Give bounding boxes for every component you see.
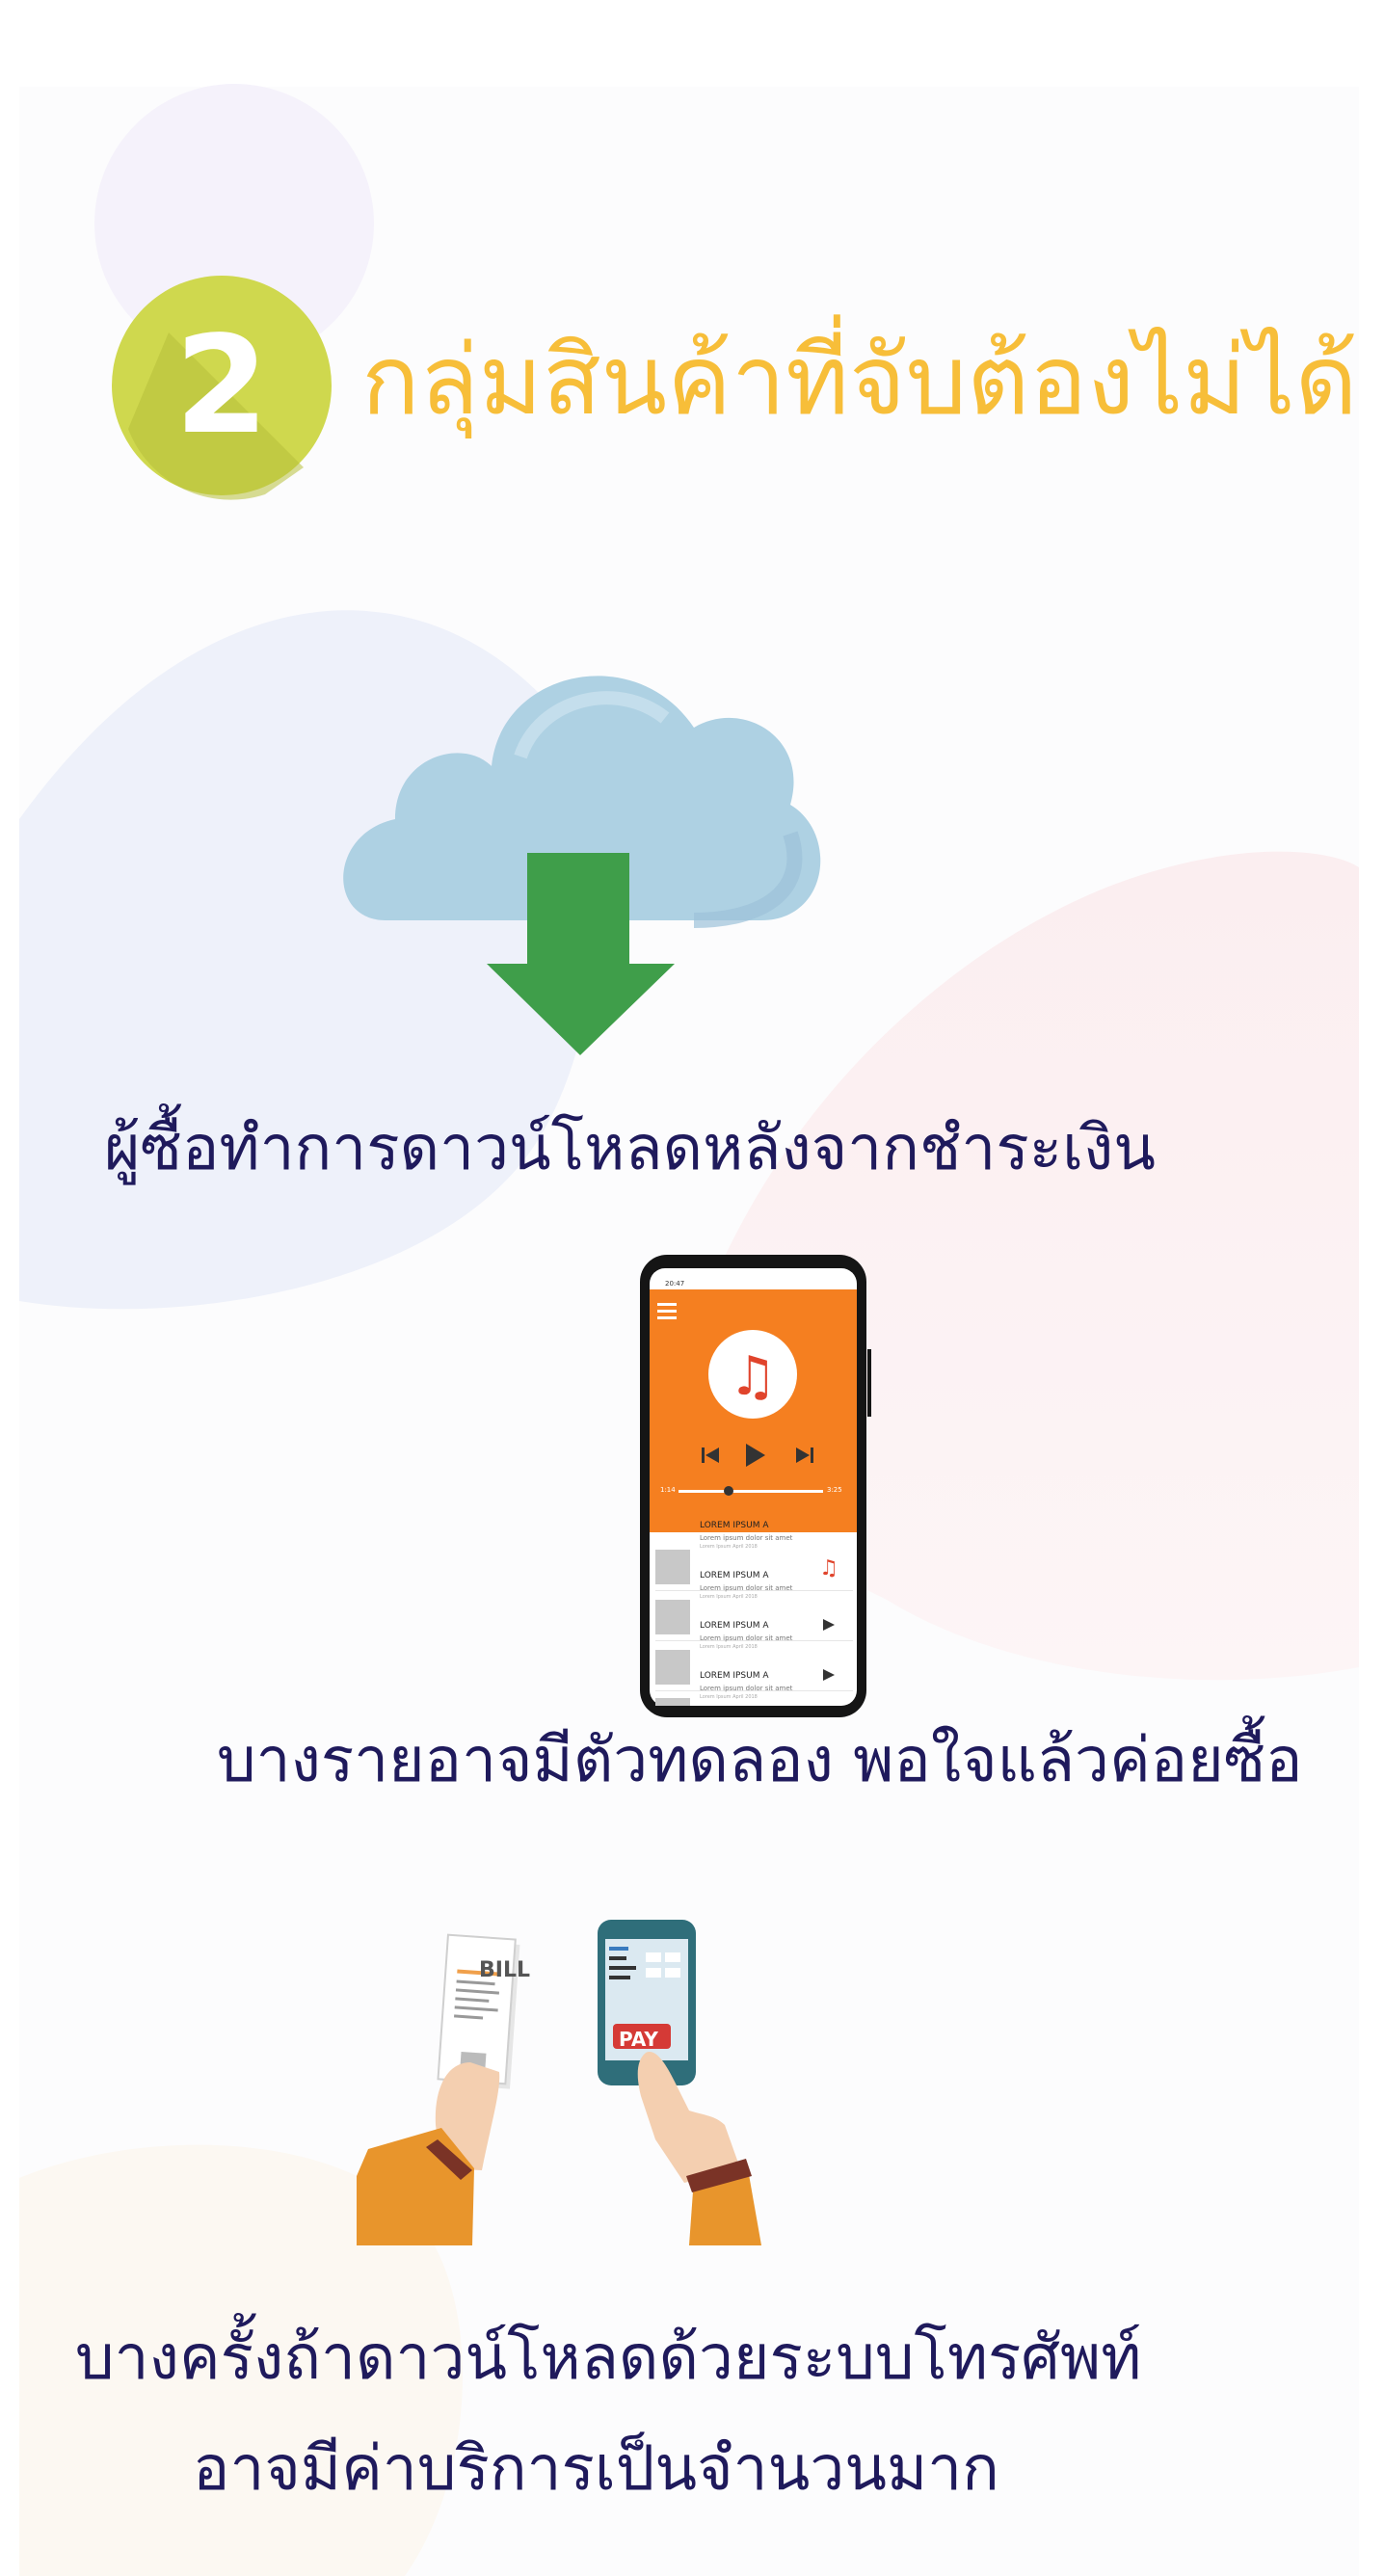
player-time-elapsed: 1:14 [660, 1486, 676, 1494]
infographic-page: 2 กลุ่มสินค้าที่จับต้องไม่ได้ ผู้ซื้อทำก… [0, 0, 1384, 2576]
page-title: กลุ่มสินค้าที่จับต้องไม่ได้ [361, 324, 1358, 437]
track-meta: Lorem Ipsum April 2018 [700, 1694, 758, 1700]
svg-text:♫: ♫ [729, 1345, 777, 1408]
caption-phone-charge-line-2: อาจมีค่าบริการเป็นจำนวนมาก [193, 2433, 999, 2505]
bill-label: BILL [479, 1958, 530, 1982]
track-title: LOREM IPSUM A [700, 1671, 769, 1681]
svg-text:♫: ♫ [819, 1556, 838, 1580]
track-title: LOREM IPSUM A [700, 1521, 769, 1530]
caption-download: ผู้ซื้อทำการดาวน์โหลดหลังจากชำระเงิน [104, 1113, 1156, 1184]
track-title: LOREM IPSUM A [700, 1621, 769, 1631]
track-meta: Lorem Ipsum April 2018 [700, 1594, 758, 1600]
track-meta: Lorem Ipsum April 2018 [700, 1644, 758, 1650]
mobile-payment-icon [357, 1920, 761, 2245]
phone-status-time: 20:47 [665, 1280, 685, 1288]
caption-phone-charge-line-1: บางครั้งถ้าดาวน์โหลดด้วยระบบโทรศัพท์ [75, 2323, 1142, 2394]
caption-trial: บางรายอาจมีตัวทดลอง พอใจแล้วค่อยซื้อ [217, 1725, 1303, 1796]
track-meta: Lorem Ipsum April 2018 [700, 1544, 758, 1550]
pay-label: PAY [619, 2028, 658, 2051]
track-subtitle: Lorem ipsum dolor sit amet [700, 1685, 793, 1692]
cloud-download-icon [343, 676, 821, 1055]
track-title: LOREM IPSUM A [700, 1571, 769, 1580]
step-number: 2 [174, 307, 269, 465]
track-subtitle: Lorem ipsum dolor sit amet [700, 1634, 793, 1642]
track-subtitle: Lorem ipsum dolor sit amet [700, 1534, 793, 1542]
player-time-total: 3:25 [827, 1486, 842, 1494]
track-subtitle: Lorem ipsum dolor sit amet [700, 1584, 793, 1592]
